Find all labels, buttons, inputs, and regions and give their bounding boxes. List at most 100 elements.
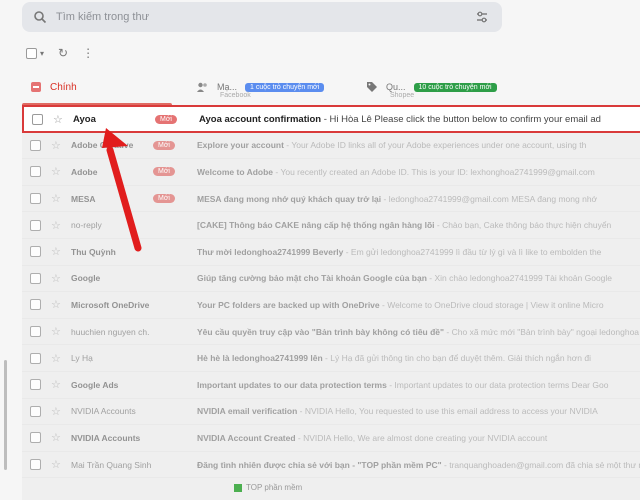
email-row[interactable]: ☆ Ly Hạ Hè hè là ledonghoa2741999 lên - … [22, 345, 640, 372]
email-snippet: - tranquanghoaden@gmail.com đã chia sẻ m… [441, 459, 640, 470]
checkbox-icon[interactable] [26, 47, 37, 59]
search-icon[interactable] [26, 3, 54, 31]
row-checkbox[interactable] [30, 352, 41, 364]
row-checkbox[interactable] [30, 379, 41, 391]
row-checkbox[interactable] [32, 113, 43, 125]
row-checkbox[interactable] [30, 299, 41, 311]
row-checkbox[interactable] [30, 432, 41, 444]
email-content: MESA đang mong nhớ quý khách quay trở lạ… [197, 194, 640, 204]
email-snippet: - Xin chào ledonghoa2741999 Tài khoản Go… [426, 273, 613, 284]
row-checkbox[interactable] [30, 193, 41, 205]
row-checkbox[interactable] [30, 459, 41, 471]
email-sender: huuchien nguyen ch. [71, 326, 150, 337]
tab-social[interactable]: Mạ... 1 cuộc trò chuyện mới Facebook [196, 68, 325, 106]
email-snippet: - ledonghoa2741999@gmail.com MESA đang m… [381, 193, 598, 204]
more-vert-icon[interactable]: ⋮ [82, 46, 94, 60]
row-checkbox[interactable] [30, 219, 41, 231]
email-content: Your PC folders are backed up with OneDr… [197, 300, 640, 310]
email-content: NVIDIA Account Created - NVIDIA Hello, W… [197, 433, 640, 443]
email-subject: Your PC folders are backed up with OneDr… [197, 299, 380, 310]
email-content: Important updates to our data protection… [197, 380, 640, 390]
email-sender: Microsoft OneDrive [71, 299, 150, 310]
email-sender: Mai Trần Quang Sinh [71, 459, 152, 470]
email-subject: Ayoa account confirmation [199, 113, 322, 125]
tab-primary-label: Chính [50, 81, 77, 93]
email-snippet: - Chào bạn, Cake thông báo thực hiện chu… [434, 220, 612, 231]
email-snippet: - NVIDIA Hello, We are almost done creat… [295, 432, 548, 443]
star-icon[interactable]: ☆ [53, 113, 65, 126]
toolbar: ▾ ↻ ⋮ [26, 44, 94, 62]
star-icon[interactable]: ☆ [51, 352, 63, 365]
refresh-icon[interactable]: ↻ [58, 46, 68, 60]
email-sender: Ly Hạ [71, 353, 93, 364]
star-icon[interactable]: ☆ [51, 431, 63, 444]
row-checkbox[interactable] [30, 246, 41, 258]
row-checkbox[interactable] [30, 326, 41, 338]
row-checkbox[interactable] [30, 139, 41, 151]
footer-text: TOP phần mềm [246, 483, 303, 492]
email-row[interactable]: ☆ NVIDIA Accounts NVIDIA email verificat… [22, 398, 640, 426]
email-content: NVIDIA email verification - NVIDIA Hello… [197, 406, 640, 416]
search-input[interactable]: Tìm kiếm trong thư [56, 11, 468, 23]
email-row[interactable]: ☆ Google Ads Important updates to our da… [22, 371, 640, 399]
star-icon[interactable]: ☆ [51, 378, 63, 391]
email-subject: Important updates to our data protection… [197, 379, 387, 390]
email-snippet: - Welcome to OneDrive cloud storage | Vi… [379, 299, 604, 310]
email-subject: Explore your account [197, 140, 284, 151]
email-subject: Giúp tăng cường bảo mật cho Tài khoản Go… [197, 273, 427, 284]
star-icon[interactable]: ☆ [51, 325, 63, 338]
tab-promotions-label: Qu... [386, 82, 406, 92]
email-content: Explore your account - Your Adobe ID lin… [197, 140, 640, 150]
email-snippet: - Lý Hạ đã gửi thông tin cho bạn để duyệ… [322, 353, 591, 364]
select-all-checkbox[interactable]: ▾ [26, 47, 44, 59]
email-row[interactable]: ☆ huuchien nguyen ch. Yêu cầu quyền truy… [22, 318, 640, 346]
people-icon [197, 82, 207, 92]
footer-attachment[interactable]: TOP phần mềm [234, 483, 302, 492]
star-icon[interactable]: ☆ [51, 458, 63, 471]
sheets-icon [234, 483, 242, 492]
email-subject: NVIDIA email verification [197, 406, 298, 417]
tab-promotions[interactable]: Qu... 10 cuộc trò chuyện mới Shopee [366, 68, 497, 106]
email-row[interactable]: ☆ NVIDIA Accounts NVIDIA Account Created… [22, 425, 640, 452]
star-icon[interactable]: ☆ [51, 192, 63, 205]
star-icon[interactable]: ☆ [51, 298, 63, 311]
email-content: Giúp tăng cường bảo mật cho Tài khoản Go… [197, 273, 640, 283]
tab-social-badge: 1 cuộc trò chuyện mới [245, 82, 325, 92]
email-content: Thư mời ledonghoa2741999 Beverly - Em gử… [197, 247, 640, 257]
email-subject: [CAKE] Thông báo CAKE nâng cấp hệ thống … [197, 220, 435, 231]
email-subject: MESA đang mong nhớ quý khách quay trở lạ… [197, 193, 382, 204]
star-icon[interactable]: ☆ [51, 165, 63, 178]
email-subject: NVIDIA Account Created [197, 432, 296, 443]
email-snippet: - Hi Hòa Lê Please click the button belo… [321, 113, 601, 125]
star-icon[interactable]: ☆ [51, 139, 63, 152]
email-row[interactable]: ☆ Microsoft OneDrive Your PC folders are… [22, 292, 640, 319]
tab-social-sub: Facebook [220, 92, 251, 99]
tag-icon [367, 82, 377, 92]
row-checkbox[interactable] [30, 166, 41, 178]
tab-promotions-badge: 10 cuộc trò chuyện mới [413, 82, 497, 92]
email-snippet: - Em gửi ledonghoa2741999 lì đầu từ lý g… [343, 246, 602, 257]
star-icon[interactable]: ☆ [51, 405, 63, 418]
email-subject: Hè hè là ledonghoa2741999 lên [197, 353, 323, 364]
star-icon[interactable]: ☆ [51, 272, 63, 285]
category-tabs: Chính Mạ... 1 cuộc trò chuyện mới Facebo… [0, 68, 640, 106]
row-checkbox[interactable] [30, 405, 41, 417]
email-content: [CAKE] Thông báo CAKE nâng cấp hệ thống … [197, 220, 640, 230]
email-sender: NVIDIA Accounts [71, 406, 136, 417]
row-checkbox[interactable] [30, 272, 41, 284]
email-row[interactable]: ☆ Google Giúp tăng cường bảo mật cho Tài… [22, 265, 640, 293]
star-icon[interactable]: ☆ [51, 219, 63, 232]
email-content: Welcome to Adobe - You recently created … [197, 167, 640, 177]
email-content: Hè hè là ledonghoa2741999 lên - Lý Hạ đã… [197, 353, 640, 363]
email-sender: Google [71, 273, 101, 284]
search-bar[interactable]: Tìm kiếm trong thư [22, 2, 502, 32]
email-sender: NVIDIA Accounts [71, 432, 141, 443]
chevron-down-icon[interactable]: ▾ [40, 49, 44, 58]
star-icon[interactable]: ☆ [51, 245, 63, 258]
tab-primary[interactable]: Chính [30, 68, 77, 106]
email-snippet: - NVIDIA Hello, You requested to use thi… [297, 406, 598, 417]
tab-promotions-sub: Shopee [390, 92, 415, 99]
red-arrow-annotation [102, 128, 142, 252]
filter-options-icon[interactable] [468, 3, 496, 31]
email-row[interactable]: ☆ Mai Trần Quang Sinh Đăng tình nhiên đư… [22, 451, 640, 479]
